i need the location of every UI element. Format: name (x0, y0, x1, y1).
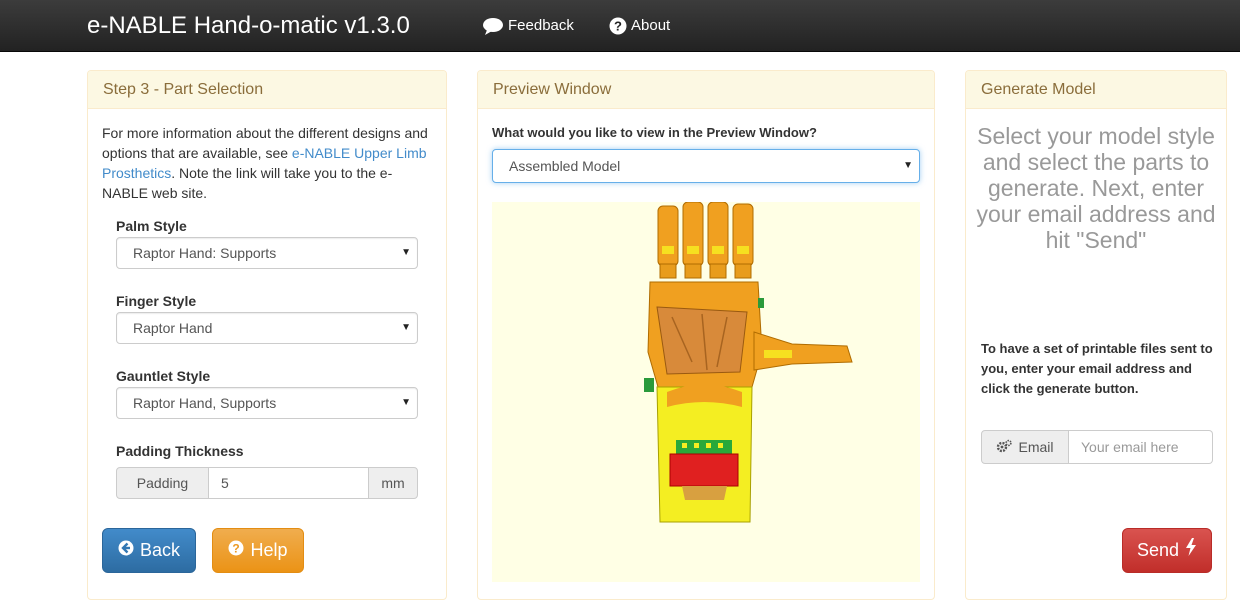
svg-text:?: ? (614, 19, 622, 34)
caret-down-icon: ▼ (401, 247, 411, 258)
generate-instructions: To have a set of printable files sent to… (981, 341, 1213, 396)
preview-view-select[interactable]: Assembled Model ▼ (492, 149, 920, 183)
about-label: About (631, 17, 671, 34)
lightning-icon (1185, 528, 1197, 573)
palm-style-select[interactable]: Raptor Hand: Supports ▼ (116, 237, 418, 269)
finger-style-select[interactable]: Raptor Hand ▼ (116, 312, 418, 344)
padding-thickness-label: Padding Thickness (116, 443, 244, 459)
email-addon-label: Email (1018, 439, 1054, 455)
caret-down-icon: ▼ (401, 322, 411, 333)
help-label: Help (250, 540, 288, 560)
about-link[interactable]: ? About (609, 16, 670, 36)
question-circle-icon: ? (609, 17, 627, 35)
finger-style-label: Finger Style (116, 293, 197, 309)
back-label: Back (139, 540, 181, 560)
padding-addon: Padding (116, 467, 209, 499)
feedback-link[interactable]: Feedback (482, 16, 574, 36)
padding-unit: mm (368, 467, 418, 499)
preview-view-value: Assembled Model (509, 158, 621, 174)
preview-panel: Preview Window What would you like to vi… (477, 70, 935, 600)
email-addon: Email (981, 430, 1069, 464)
gauntlet-style-select[interactable]: Raptor Hand, Supports ▼ (116, 387, 418, 419)
speech-bubble-icon (482, 17, 504, 35)
question-circle-icon: ? (228, 528, 244, 573)
send-label: Send (1136, 540, 1180, 560)
feedback-label: Feedback (508, 17, 574, 34)
navbar: e-NABLE Hand-o-matic v1.3.0 Feedback ? A… (0, 0, 1240, 52)
model-viewer[interactable] (492, 201, 920, 582)
palm-style-value: Raptor Hand: Supports (133, 245, 277, 261)
email-input[interactable]: Your email here (1069, 430, 1213, 464)
help-button[interactable]: ? Help (212, 528, 304, 573)
padding-input-group: Padding 5 mm (116, 467, 418, 499)
circle-arrow-left-icon (118, 528, 134, 573)
send-button[interactable]: Send (1122, 528, 1212, 573)
part-selection-panel: Step 3 - Part Selection For more informa… (87, 70, 447, 600)
gauntlet-style-value: Raptor Hand, Supports (133, 395, 277, 411)
hand-model-render (644, 201, 853, 523)
info-text: For more information about the different… (102, 123, 438, 203)
preview-question: What would you like to view in the Previ… (492, 125, 817, 140)
email-input-group: Email Your email here (981, 430, 1213, 464)
gears-icon (996, 439, 1013, 456)
finger-style-value: Raptor Hand (133, 320, 213, 336)
generate-prompt: Select your model style and select the p… (976, 123, 1216, 253)
back-button[interactable]: Back (102, 528, 196, 573)
padding-input[interactable]: 5 (209, 467, 368, 499)
caret-down-icon: ▼ (401, 397, 411, 408)
part-selection-heading: Step 3 - Part Selection (88, 71, 446, 109)
generate-heading: Generate Model (966, 71, 1226, 109)
generate-panel: Generate Model Select your model style a… (965, 70, 1227, 600)
gauntlet-style-label: Gauntlet Style (116, 368, 211, 384)
app-brand[interactable]: e-NABLE Hand-o-matic v1.3.0 (87, 12, 410, 40)
svg-text:?: ? (233, 541, 240, 555)
preview-heading: Preview Window (478, 71, 934, 109)
caret-down-icon: ▼ (903, 160, 913, 171)
palm-style-label: Palm Style (116, 218, 187, 234)
